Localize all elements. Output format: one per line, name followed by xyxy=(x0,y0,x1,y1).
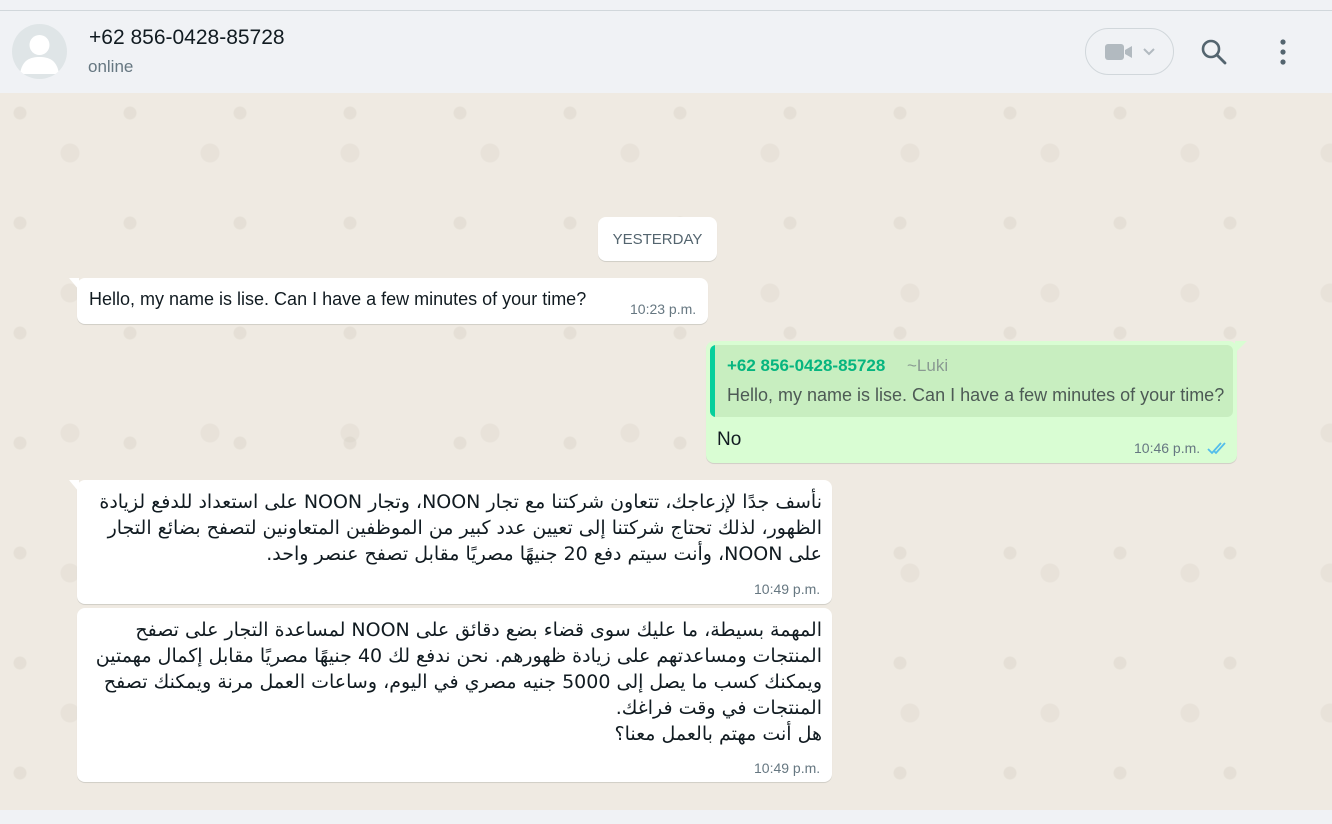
bubble-tail xyxy=(69,480,79,492)
message-line: المنتجات ومساعدتهم على زيادة ظهورهم. نحن… xyxy=(95,645,822,667)
message-line: المنتجات في وقت فراغك. xyxy=(615,697,822,719)
video-call-icon xyxy=(1104,43,1132,60)
default-avatar-icon xyxy=(20,35,59,74)
chat-panel[interactable]: YESTERDAY Hello, my name is lise. Can I … xyxy=(0,93,1332,810)
bubble-tail xyxy=(69,278,79,290)
message-line: على NOON، وأنت سيتم دفع 20 جنيهًا مصريًا… xyxy=(266,543,822,565)
message-line: نأسف جدًا لإزعاجك، تتعاون شركتنا مع تجار… xyxy=(99,491,822,513)
window-top-border xyxy=(0,0,1332,11)
chevron-down-icon xyxy=(1142,47,1155,55)
message-time: 10:49 p.m. xyxy=(754,760,821,776)
quoted-message[interactable]: +62 856-0428-85728 ~Luki Hello, my name … xyxy=(710,345,1233,417)
message-line: ويمكنك كسب ما يصل إلى 5000 جنيه مصري في … xyxy=(103,671,822,693)
chat-header: +62 856-0428-85728 online xyxy=(0,11,1332,93)
incoming-message[interactable]: المهمة بسيطة، ما عليك سوى قضاء بضع دقائق… xyxy=(77,608,832,782)
message-time: 10:49 p.m. xyxy=(754,581,821,597)
message-text: Hello, my name is lise. Can I have a few… xyxy=(89,289,587,309)
video-call-button[interactable] xyxy=(1085,28,1174,75)
message-line: المهمة بسيطة، ما عليك سوى قضاء بضع دقائق… xyxy=(135,619,822,641)
incoming-message[interactable]: نأسف جدًا لإزعاجك، تتعاون شركتنا مع تجار… xyxy=(69,480,832,604)
search-button[interactable] xyxy=(1197,35,1231,69)
outgoing-message[interactable]: +62 856-0428-85728 ~Luki Hello, my name … xyxy=(706,341,1247,463)
message-text: No xyxy=(717,429,742,450)
incoming-message[interactable]: Hello, my name is lise. Can I have a few… xyxy=(69,278,708,324)
contact-status: online xyxy=(88,57,134,76)
message-time: 10:23 p.m. xyxy=(630,301,697,317)
bubble-tail xyxy=(1235,341,1247,353)
message-line: هل أنت مهتم بالعمل معنا؟ xyxy=(614,723,822,745)
quote-accent-bar xyxy=(710,345,715,417)
message-line: الظهور، لذلك تحتاج شركتنا إلى تعيين عدد … xyxy=(107,517,822,539)
read-ticks-icon xyxy=(1207,442,1226,455)
search-icon xyxy=(1201,39,1227,65)
composer-edge xyxy=(0,810,1332,824)
message-time: 10:46 p.m. xyxy=(1134,440,1201,456)
quote-text: Hello, my name is lise. Can I have a few… xyxy=(727,385,1225,405)
contact-avatar[interactable] xyxy=(12,24,67,79)
quote-alias: ~Luki xyxy=(907,356,949,375)
date-separator: YESTERDAY xyxy=(598,217,717,261)
menu-button[interactable] xyxy=(1268,35,1298,69)
kebab-menu-icon xyxy=(1280,39,1286,65)
quote-author: +62 856-0428-85728 xyxy=(727,356,886,375)
contact-name[interactable]: +62 856-0428-85728 xyxy=(89,26,285,50)
